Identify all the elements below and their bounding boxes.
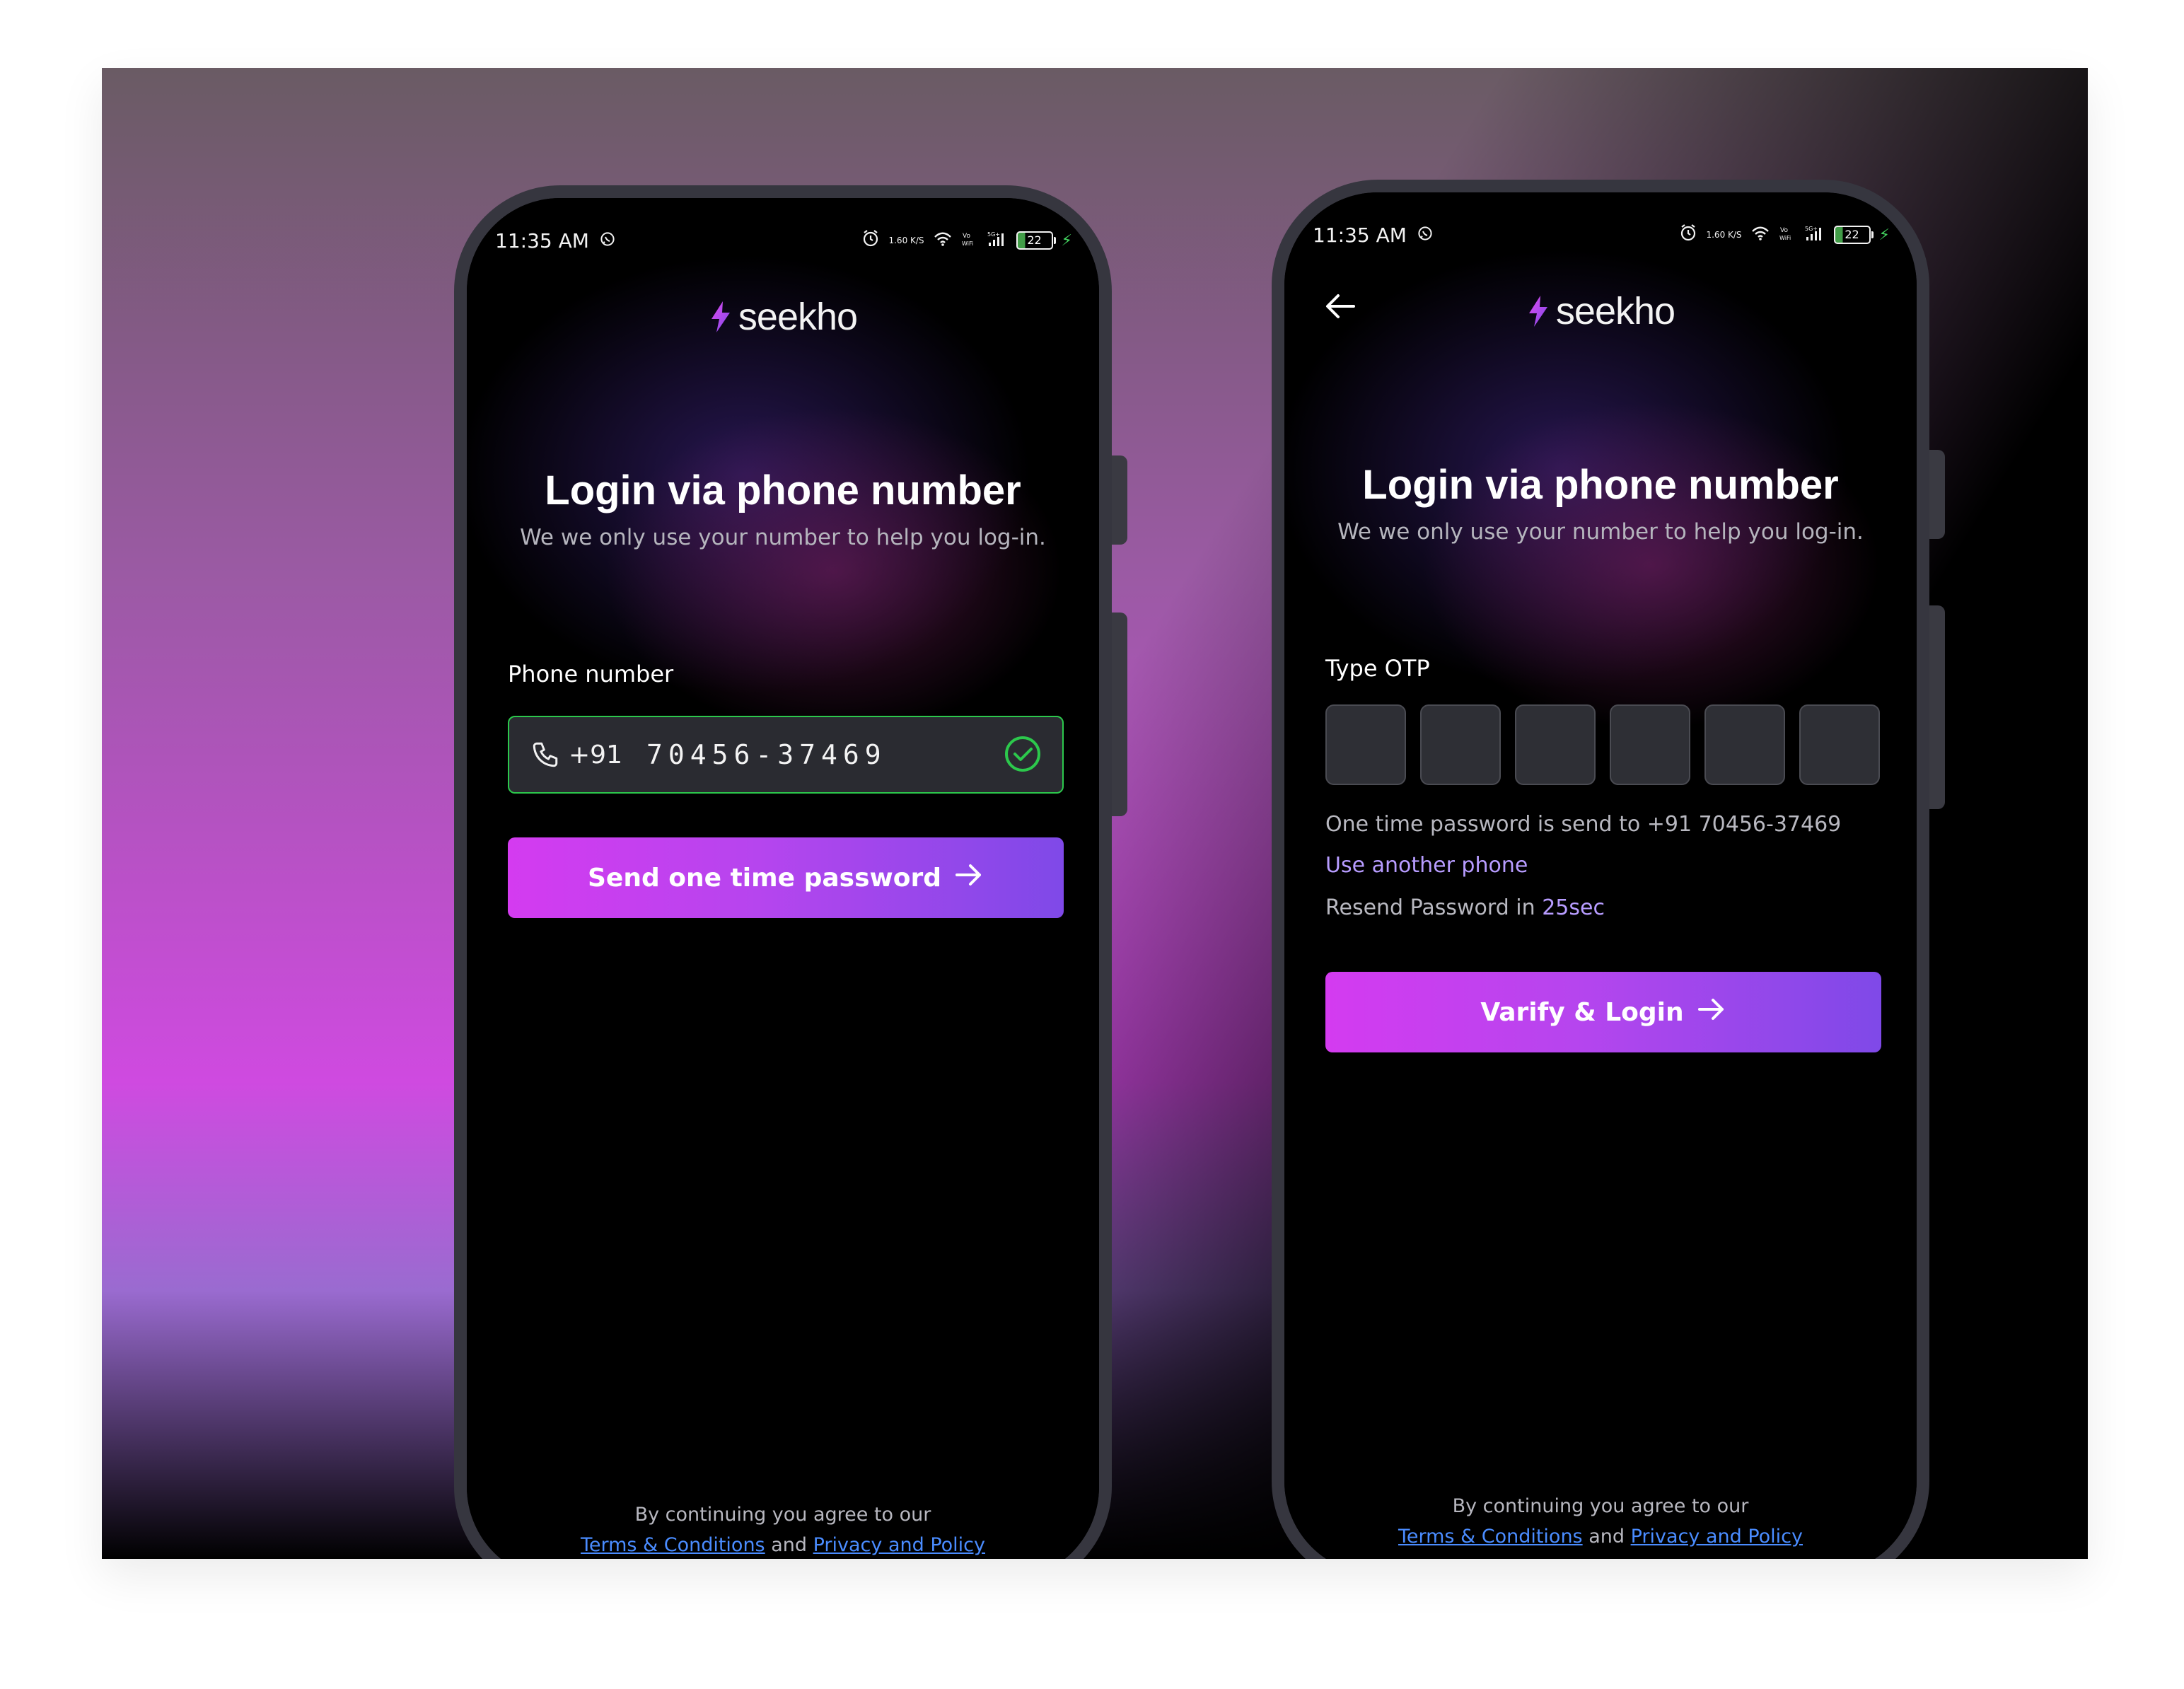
phone-number-value[interactable]: 70456-37469 [646, 739, 887, 770]
brand-name: seekho [738, 296, 858, 338]
left-phone-mockup: 11:35 AM 1.60 K/S Vo WiFi 5G+ 22 ⚡ seekh… [454, 185, 1112, 1559]
brand-bolt-icon [709, 299, 733, 343]
resend-timer: Resend Password in 25sec [1325, 895, 1605, 920]
otp-digit-6[interactable] [1799, 704, 1880, 785]
presentation-panel: 11:35 AM 1.60 K/S Vo WiFi 5G+ 22 ⚡ seekh… [102, 68, 2088, 1559]
network-speed: 1.60 K/S [1706, 230, 1742, 240]
otp-digit-1[interactable] [1325, 704, 1406, 785]
check-circle-icon [1003, 734, 1042, 777]
footer-prefix: By continuing you agree to our [1452, 1495, 1749, 1517]
status-bar: 11:35 AM 1.60 K/S Vo WiFi 5G+ 22 ⚡ [1313, 219, 1890, 250]
page-title: Login via phone number [1362, 462, 1839, 508]
svg-text:5G+: 5G+ [1805, 226, 1818, 232]
footer-prefix: By continuing you agree to our [634, 1504, 931, 1526]
otp-digit-5[interactable] [1704, 704, 1785, 785]
privacy-link[interactable]: Privacy and Policy [813, 1534, 985, 1556]
page-title: Login via phone number [545, 468, 1021, 513]
otp-input-group [1325, 704, 1880, 785]
otp-digit-2[interactable] [1420, 704, 1501, 785]
left-phone-side-button-top [1112, 455, 1127, 545]
alarm-icon [1679, 224, 1697, 247]
status-bar: 11:35 AM 1.60 K/S Vo WiFi 5G+ 22 ⚡ [495, 225, 1072, 256]
terms-link[interactable]: Terms & Conditions [1398, 1526, 1583, 1548]
send-otp-button-label: Send one time password [587, 863, 942, 893]
whatsapp-icon [1417, 224, 1434, 247]
phone-icon [530, 740, 560, 770]
charging-icon: ⚡ [1878, 226, 1890, 244]
svg-text:WiFi: WiFi [962, 240, 973, 247]
verify-login-button[interactable]: Varify & Login [1325, 972, 1881, 1052]
status-time: 11:35 AM [495, 228, 589, 253]
volte-icon: Vo WiFi [1779, 224, 1796, 247]
page-subtitle: We we only use your number to help you l… [520, 525, 1046, 550]
country-code[interactable]: +91 [569, 741, 622, 770]
brand-logo: seekho [1284, 289, 1917, 337]
status-left: 11:35 AM [495, 229, 616, 253]
send-otp-button[interactable]: Send one time password [508, 837, 1064, 918]
status-right: 1.60 K/S Vo WiFi 5G+ 22 ⚡ [861, 229, 1072, 253]
phone-number-label: Phone number [508, 661, 674, 687]
verify-login-button-label: Varify & Login [1480, 997, 1684, 1027]
use-another-phone-link[interactable]: Use another phone [1325, 853, 1528, 878]
status-time: 11:35 AM [1313, 223, 1407, 247]
left-login-screen: 11:35 AM 1.60 K/S Vo WiFi 5G+ 22 ⚡ seekh… [467, 198, 1099, 1559]
otp-digit-4[interactable] [1610, 704, 1690, 785]
brand-bolt-icon [1526, 294, 1550, 337]
brand-logo: seekho [467, 295, 1099, 343]
left-phone-side-button-bottom [1112, 613, 1127, 816]
resend-prefix: Resend Password in [1325, 895, 1535, 920]
arrow-right-icon [954, 862, 984, 894]
otp-sent-message: One time password is send to +91 70456-3… [1325, 812, 1842, 837]
resend-countdown: 25sec [1542, 895, 1605, 920]
signal-icon: 5G+ [1804, 224, 1825, 247]
arrow-right-icon [1697, 997, 1726, 1028]
status-left: 11:35 AM [1313, 224, 1434, 247]
terms-footer: By continuing you agree to our Terms & C… [467, 1504, 1099, 1556]
battery-icon: 22 [1833, 226, 1874, 244]
charging-icon: ⚡ [1061, 231, 1072, 250]
signal-icon: 5G+ [987, 229, 1008, 253]
privacy-link[interactable]: Privacy and Policy [1631, 1526, 1803, 1548]
otp-label: Type OTP [1325, 655, 1430, 682]
status-right: 1.60 K/S Vo WiFi 5G+ 22 ⚡ [1679, 224, 1890, 247]
svg-text:WiFi: WiFi [1779, 235, 1791, 241]
svg-text:Vo: Vo [1780, 227, 1788, 234]
right-otp-screen: 11:35 AM 1.60 K/S Vo WiFi 5G+ 22 ⚡ seekh… [1284, 192, 1917, 1559]
alarm-icon [861, 229, 880, 253]
right-phone-side-button-bottom [1929, 605, 1945, 809]
volte-icon: Vo WiFi [961, 229, 978, 253]
right-phone-mockup: 11:35 AM 1.60 K/S Vo WiFi 5G+ 22 ⚡ seekh… [1272, 180, 1929, 1559]
otp-digit-3[interactable] [1515, 704, 1596, 785]
brand-name: seekho [1555, 290, 1675, 332]
svg-text:Vo: Vo [963, 233, 970, 240]
wifi-icon [1750, 224, 1770, 247]
battery-icon: 22 [1016, 231, 1056, 250]
wifi-icon [933, 229, 953, 253]
phone-number-field[interactable]: +91 70456-37469 [508, 716, 1064, 794]
footer-and: and [1588, 1526, 1625, 1548]
network-speed: 1.60 K/S [888, 236, 924, 245]
footer-and: and [771, 1534, 808, 1556]
whatsapp-icon [599, 229, 616, 253]
right-phone-side-button-top [1929, 450, 1945, 539]
terms-link[interactable]: Terms & Conditions [581, 1534, 765, 1556]
terms-footer: By continuing you agree to our Terms & C… [1284, 1495, 1917, 1548]
svg-text:5G+: 5G+ [987, 231, 1000, 238]
page-subtitle: We we only use your number to help you l… [1337, 519, 1864, 545]
